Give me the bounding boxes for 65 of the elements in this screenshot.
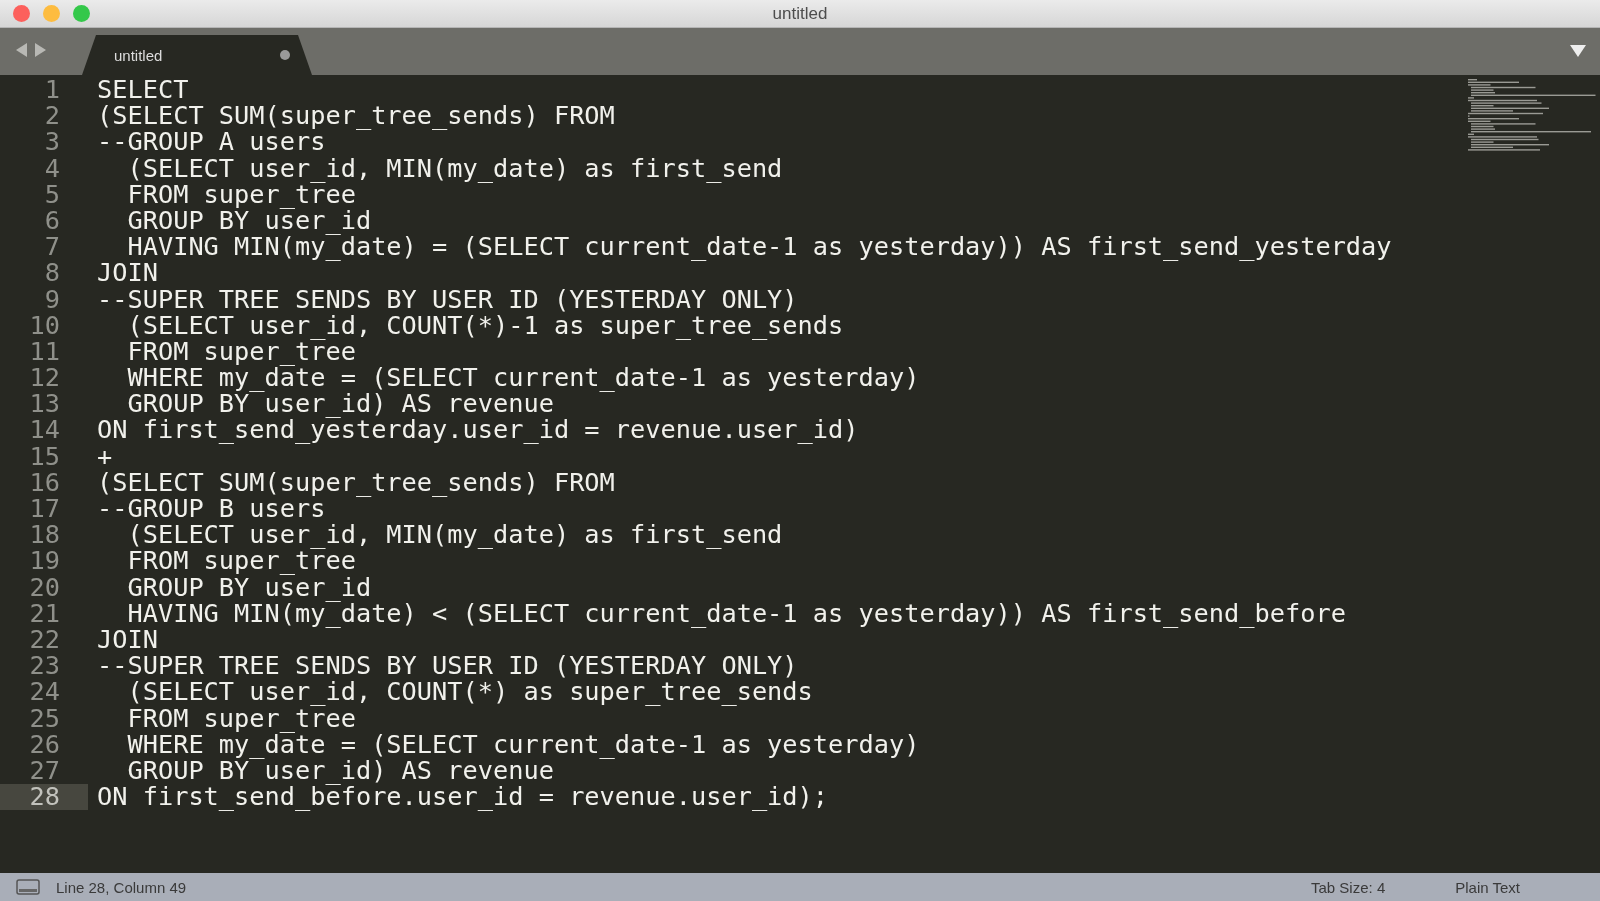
code-line: --SUPER TREE SENDS BY USER ID (YESTERDAY ONLY) — [96, 653, 798, 680]
minimize-button[interactable] — [43, 5, 60, 22]
code-line: ON first_send_before.user_id = revenue.user_id); — [96, 784, 829, 811]
code-line: (SELECT SUM(super_tree_sends) FROM — [96, 103, 615, 130]
line-number: 15 — [28, 443, 61, 470]
code-line: (SELECT user_id, MIN(my_date) as first_send — [126, 155, 783, 182]
right-arrow-icon[interactable] — [34, 43, 46, 57]
code-line: FROM super_tree — [126, 705, 356, 732]
cursor-position: Line 28, Column 49 — [56, 878, 187, 896]
line-number: 17 — [28, 496, 61, 523]
line-number: 2 — [43, 103, 61, 130]
line-number: 16 — [28, 469, 61, 496]
code-line: (SELECT user_id, MIN(my_date) as first_send — [126, 522, 783, 549]
code-line: FROM super_tree — [126, 338, 356, 366]
line-number: 11 — [28, 338, 61, 366]
line-number: 5 — [43, 181, 61, 208]
maximize-button[interactable] — [73, 5, 90, 22]
line-number: 4 — [43, 155, 61, 182]
code-line: (SELECT SUM(super_tree_sends) FROM — [96, 469, 615, 496]
line-number: 26 — [28, 731, 61, 758]
code-line: + — [96, 443, 113, 470]
line-number: 27 — [28, 757, 61, 785]
code-line: HAVING MIN(my_date) < (SELECT current_date-1 as yesterday)) AS first_send_before — [126, 600, 1346, 627]
line-number: 14 — [28, 417, 61, 444]
code-line: HAVING MIN(my_date) = (SELECT current_date-1 as yesterday)) AS first_send_yesterday — [126, 234, 1392, 261]
code-line: GROUP BY user_id — [126, 574, 372, 601]
code-line: FROM super_tree — [126, 548, 356, 575]
line-number: 7 — [43, 234, 61, 261]
code-line: GROUP BY user_id) AS revenue — [126, 391, 554, 418]
line-number: 19 — [28, 548, 61, 575]
line-number: 18 — [28, 522, 61, 549]
tab-size-selector[interactable]: Tab Size: 4 — [1311, 878, 1386, 896]
code-line: SELECT — [96, 77, 189, 104]
line-number: 23 — [28, 653, 61, 680]
dropdown-caret-icon[interactable] — [1570, 45, 1586, 57]
code-line: --GROUP A users — [96, 129, 326, 156]
code-line: FROM super_tree — [126, 181, 356, 208]
close-button[interactable] — [13, 5, 30, 22]
window-title: untitled — [772, 3, 828, 23]
code-line: WHERE my_date = (SELECT current_date-1 as yesterday) — [126, 365, 920, 392]
code-line: JOIN — [96, 260, 158, 287]
line-number: 24 — [28, 679, 61, 706]
code-line: ON first_send_yesterday.user_id = revenue.user_id) — [96, 417, 859, 444]
panel-icon[interactable] — [16, 879, 40, 895]
line-number: 1 — [43, 77, 61, 104]
line-number: 3 — [43, 129, 61, 156]
left-arrow-icon[interactable] — [16, 43, 28, 57]
file-tab[interactable]: untitled — [82, 35, 312, 75]
line-number: 28 — [28, 784, 61, 811]
line-number: 6 — [43, 207, 61, 235]
line-number: 22 — [28, 626, 61, 654]
code-line: --SUPER TREE SENDS BY USER ID (YESTERDAY ONLY) — [96, 286, 798, 313]
line-number: 21 — [28, 600, 61, 627]
line-number: 25 — [28, 705, 61, 732]
syntax-selector[interactable]: Plain Text — [1455, 878, 1520, 896]
code-line: JOIN — [96, 626, 158, 654]
line-number: 8 — [43, 260, 61, 287]
code-line: (SELECT user_id, COUNT(*)-1 as super_tree_sends — [126, 312, 844, 339]
code-line: --GROUP B users — [96, 496, 326, 523]
line-number: 13 — [28, 391, 61, 418]
line-number: 20 — [28, 574, 61, 601]
line-number: 12 — [28, 365, 61, 392]
line-number: 10 — [28, 312, 61, 339]
code-line: (SELECT user_id, COUNT(*) as super_tree_sends — [126, 679, 813, 706]
line-number: 9 — [43, 286, 61, 313]
